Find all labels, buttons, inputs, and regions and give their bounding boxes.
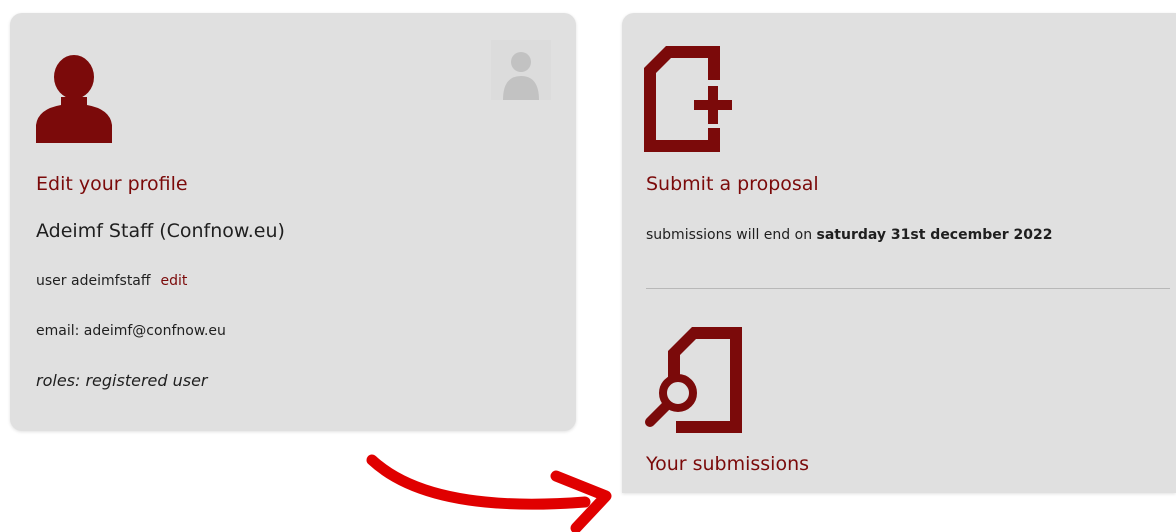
username-line: user adeimfstaff edit <box>36 273 187 289</box>
divider <box>646 288 1170 289</box>
avatar[interactable] <box>491 40 551 100</box>
avatar-placeholder-icon <box>503 52 539 100</box>
profile-card: Edit your profile Adeimf Staff (Confnow.… <box>10 13 576 431</box>
edit-profile-link[interactable]: Edit your profile <box>36 173 188 195</box>
deadline-prefix: submissions will end on <box>646 227 813 243</box>
deadline-date: saturday 31st december 2022 <box>816 227 1053 243</box>
document-plus-icon[interactable] <box>644 44 736 154</box>
actions-card: Submit a proposal submissions will end o… <box>622 13 1176 493</box>
user-full-name: Adeimf Staff (Confnow.eu) <box>36 220 285 242</box>
submit-proposal-link[interactable]: Submit a proposal <box>646 173 819 195</box>
edit-username-link[interactable]: edit <box>161 273 188 289</box>
deadline-text: submissions will end on saturday 31st de… <box>646 227 1052 243</box>
your-submissions-link[interactable]: Your submissions <box>646 453 809 475</box>
roles-text: roles: registered user <box>36 371 208 390</box>
email-text: email: adeimf@confnow.eu <box>36 323 226 339</box>
document-search-icon[interactable] <box>644 325 744 435</box>
username-text: user adeimfstaff <box>36 273 151 289</box>
red-arrow-icon <box>366 454 612 532</box>
user-icon <box>36 55 112 143</box>
